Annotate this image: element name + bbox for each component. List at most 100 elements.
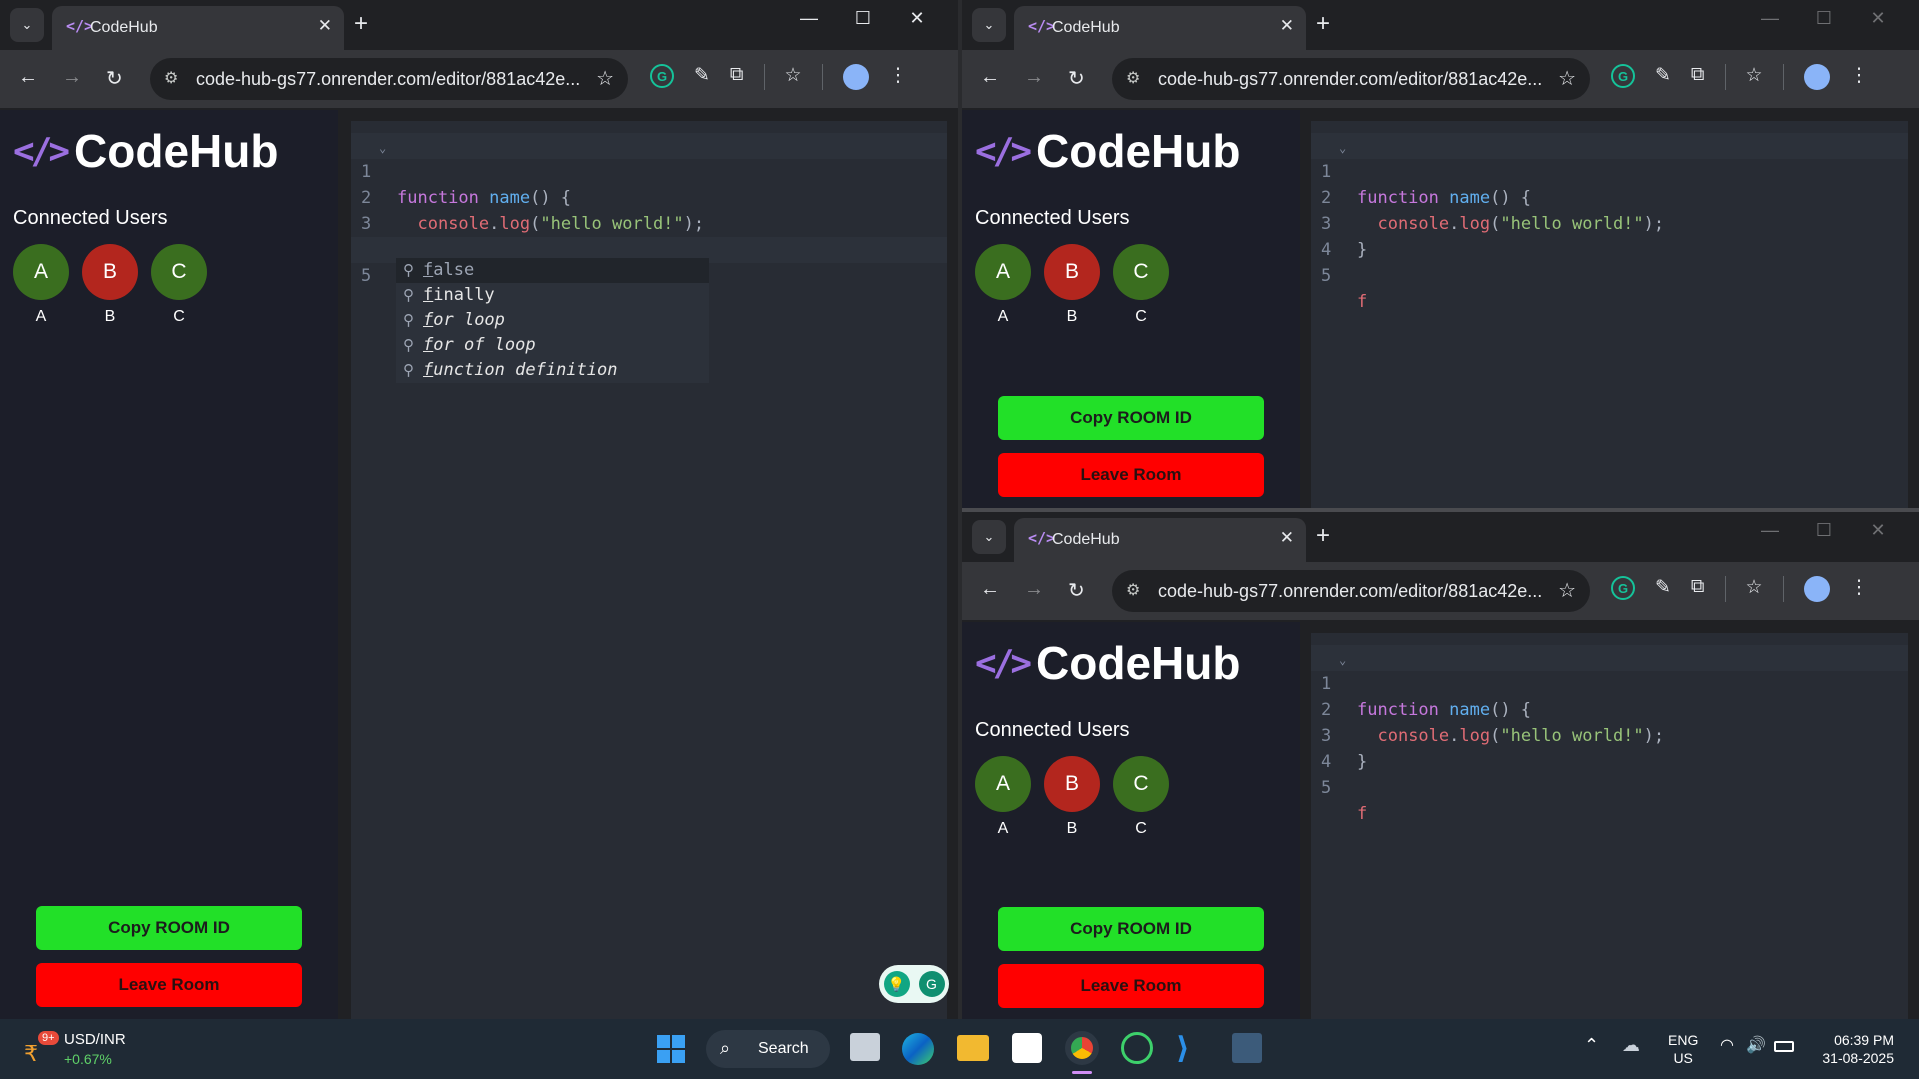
menu-dots-icon[interactable]: ⋮ [1850, 576, 1869, 602]
bookmark-star-icon[interactable]: ☆ [596, 66, 614, 91]
task-view-icon[interactable] [850, 1033, 880, 1061]
bookmarks-icon[interactable]: ☆ [785, 64, 802, 90]
tab-search-button[interactable]: ⌄ [972, 8, 1006, 42]
wifi-icon[interactable]: ◠ [1720, 1035, 1734, 1055]
copy-room-id-button[interactable]: Copy ROOM ID [36, 906, 302, 950]
grammarly-widget[interactable]: 💡 G [879, 965, 949, 1003]
address-bar[interactable]: ⚙ code-hub-gs77.onrender.com/editor/881a… [150, 58, 628, 100]
close-tab-icon[interactable]: ✕ [1280, 16, 1294, 36]
back-arrow-icon[interactable]: ← [980, 66, 1000, 89]
minimize-icon[interactable]: — [1757, 8, 1783, 42]
copy-room-id-button[interactable]: Copy ROOM ID [998, 396, 1264, 440]
minimize-icon[interactable]: — [796, 8, 822, 42]
windows-start-icon[interactable] [657, 1035, 685, 1063]
eyedropper-extension-icon[interactable]: ✎ [1655, 64, 1671, 90]
file-explorer-icon[interactable] [957, 1035, 989, 1061]
browser-tab[interactable]: </> CodeHub ✕ [1014, 518, 1306, 562]
close-window-icon[interactable]: ✕ [1865, 8, 1891, 42]
new-tab-button[interactable]: + [1316, 10, 1330, 38]
minimize-icon[interactable]: — [1757, 520, 1783, 554]
autocomplete-item[interactable]: ⚲ for loop [396, 308, 709, 333]
close-window-icon[interactable]: ✕ [904, 8, 930, 42]
copy-room-id-button[interactable]: Copy ROOM ID [998, 907, 1264, 951]
onedrive-cloud-icon[interactable]: ☁ [1622, 1035, 1640, 1056]
tab-search-button[interactable]: ⌄ [972, 520, 1006, 554]
chevron-up-icon[interactable]: ⌃ [1584, 1035, 1599, 1056]
language-indicator[interactable]: ENG US [1668, 1031, 1698, 1067]
whatsapp-icon[interactable] [1121, 1032, 1153, 1064]
code-line: 2 console.log("hello world!"); [351, 159, 947, 234]
profile-avatar-icon[interactable] [842, 64, 869, 90]
fold-arrow-icon[interactable]: ⌄ [379, 135, 386, 161]
grammarly-extension-icon[interactable]: G [650, 64, 674, 88]
site-info-icon[interactable]: ⚙ [164, 68, 178, 88]
widget-value: +0.67% [64, 1051, 112, 1067]
autocomplete-item[interactable]: ⚲ finally [396, 283, 709, 308]
new-tab-button[interactable]: + [1316, 522, 1330, 550]
autocomplete-item[interactable]: ⚲ for of loop [396, 333, 709, 358]
address-bar[interactable]: ⚙ code-hub-gs77.onrender.com/editor/881a… [1112, 570, 1590, 612]
code-editor[interactable]: 1 ⌄ function name() { 2 console.log("hell… [351, 121, 947, 1019]
fold-arrow-icon[interactable]: ⌄ [1339, 135, 1346, 161]
extensions-puzzle-icon[interactable]: ⧉ [1691, 64, 1705, 90]
tab-search-button[interactable]: ⌄ [10, 8, 44, 42]
site-info-icon[interactable]: ⚙ [1126, 580, 1140, 600]
grammarly-extension-icon[interactable]: G [1611, 64, 1635, 88]
leave-room-button[interactable]: Leave Room [998, 453, 1264, 497]
lightbulb-icon[interactable]: 💡 [883, 971, 910, 997]
browser-tab[interactable]: </> CodeHub ✕ [1014, 6, 1306, 50]
grammarly-icon[interactable]: G [918, 971, 945, 997]
line-number: 5 [361, 266, 372, 286]
autocomplete-item[interactable]: ⚲ function definition [396, 358, 709, 383]
code-editor[interactable]: 1 ⌄ function name() { 2 console.log("hell… [1311, 633, 1908, 1019]
address-bar[interactable]: ⚙ code-hub-gs77.onrender.com/editor/881a… [1112, 58, 1590, 100]
maximize-icon[interactable]: ☐ [850, 8, 876, 42]
bookmarks-icon[interactable]: ☆ [1746, 576, 1763, 602]
volume-icon[interactable]: 🔊 [1746, 1035, 1766, 1055]
clock[interactable]: 06:39 PM 31-08-2025 [1808, 1031, 1894, 1067]
leave-room-button[interactable]: Leave Room [36, 963, 302, 1007]
weather-widget-icon[interactable]: ₹ 9+ [22, 1031, 59, 1067]
reload-icon[interactable]: ↻ [1068, 66, 1085, 91]
taskbar-search[interactable]: ⌕ Search [706, 1030, 830, 1068]
chrome-icon[interactable] [1065, 1031, 1099, 1065]
maximize-icon[interactable]: ☐ [1811, 8, 1837, 42]
extensions-puzzle-icon[interactable]: ⧉ [1691, 576, 1705, 602]
profile-avatar-icon[interactable] [1803, 576, 1830, 602]
back-arrow-icon[interactable]: ← [18, 66, 38, 89]
forward-arrow-icon[interactable]: → [62, 66, 82, 89]
microsoft-store-icon[interactable] [1012, 1033, 1042, 1063]
forward-arrow-icon[interactable]: → [1024, 66, 1044, 89]
battery-icon[interactable] [1774, 1041, 1794, 1052]
bookmarks-icon[interactable]: ☆ [1746, 64, 1763, 90]
bookmark-star-icon[interactable]: ☆ [1558, 66, 1576, 91]
forward-arrow-icon[interactable]: → [1024, 578, 1044, 601]
autocomplete-item[interactable]: ⚲ false [396, 258, 709, 283]
browser-tab[interactable]: </> CodeHub ✕ [52, 6, 344, 50]
maximize-icon[interactable]: ☐ [1811, 520, 1837, 554]
close-window-icon[interactable]: ✕ [1865, 520, 1891, 554]
menu-dots-icon[interactable]: ⋮ [889, 64, 908, 90]
extensions-puzzle-icon[interactable]: ⧉ [730, 64, 744, 90]
terminal-app-icon[interactable] [1232, 1033, 1262, 1063]
code-editor[interactable]: 1 ⌄ function name() { 2 console.log("hell… [1311, 121, 1908, 508]
edge-browser-icon[interactable] [902, 1033, 934, 1065]
close-tab-icon[interactable]: ✕ [318, 16, 332, 36]
fold-arrow-icon[interactable]: ⌄ [1339, 647, 1346, 673]
menu-dots-icon[interactable]: ⋮ [1850, 64, 1869, 90]
close-tab-icon[interactable]: ✕ [1280, 528, 1294, 548]
grammarly-extension-icon[interactable]: G [1611, 576, 1635, 600]
eyedropper-extension-icon[interactable]: ✎ [1655, 576, 1671, 602]
back-arrow-icon[interactable]: ← [980, 578, 1000, 601]
profile-avatar-icon[interactable] [1803, 64, 1830, 90]
eyedropper-extension-icon[interactable]: ✎ [694, 64, 710, 90]
widget-title[interactable]: USD/INR [64, 1031, 126, 1048]
code-brackets-icon: </> [975, 130, 1032, 172]
reload-icon[interactable]: ↻ [1068, 578, 1085, 603]
bookmark-star-icon[interactable]: ☆ [1558, 578, 1576, 603]
new-tab-button[interactable]: + [354, 10, 368, 38]
leave-room-button[interactable]: Leave Room [998, 964, 1264, 1008]
site-info-icon[interactable]: ⚙ [1126, 68, 1140, 88]
reload-icon[interactable]: ↻ [106, 66, 123, 91]
vscode-icon[interactable]: ⟩ [1176, 1031, 1190, 1066]
